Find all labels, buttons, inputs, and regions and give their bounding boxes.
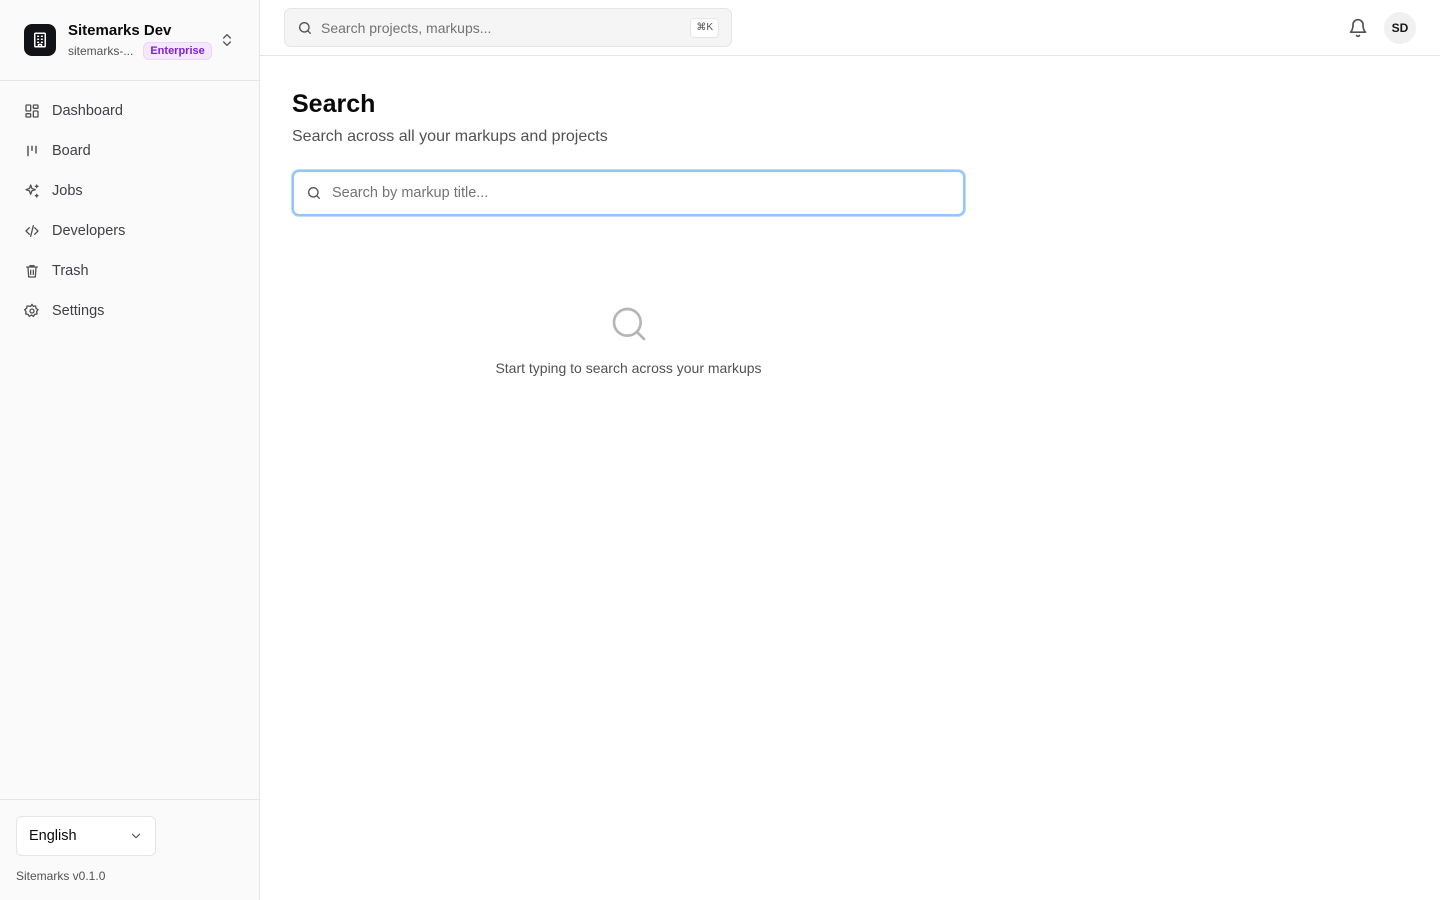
- empty-state: Start typing to search across your marku…: [292, 304, 965, 376]
- workspace-logo: [24, 24, 56, 56]
- sidebar-item-label: Settings: [52, 303, 105, 319]
- markup-search-field[interactable]: [292, 170, 965, 216]
- global-search[interactable]: ⌘K: [284, 8, 732, 47]
- topbar: ⌘K SD: [260, 0, 1440, 56]
- sidebar-item-label: Jobs: [52, 183, 83, 199]
- dashboard-icon: [25, 104, 39, 118]
- sidebar-item-jobs[interactable]: Jobs: [0, 171, 259, 211]
- empty-state-text: Start typing to search across your marku…: [495, 360, 762, 376]
- board-icon: [27, 145, 37, 157]
- gear-icon: [24, 303, 39, 317]
- chevrons-up-down-icon[interactable]: [219, 31, 235, 49]
- language-select[interactable]: English: [16, 816, 156, 856]
- chevron-down-icon: [131, 833, 141, 839]
- plan-badge: Enterprise: [143, 41, 212, 60]
- search-icon: [299, 21, 311, 34]
- sidebar-item-label: Dashboard: [52, 103, 123, 119]
- code-icon: [25, 225, 39, 237]
- language-value: English: [29, 828, 77, 844]
- workspace-slug: sitemarks-...: [68, 43, 134, 58]
- markup-search-input[interactable]: [332, 185, 951, 201]
- main-content: Search Search across all your markups an…: [292, 88, 1392, 376]
- workspace-switcher[interactable]: Sitemarks Dev sitemarks-... Enterprise: [0, 0, 259, 81]
- building-icon: [34, 32, 46, 48]
- sidebar-nav: Dashboard Board Jobs Developers Trash Se…: [0, 81, 259, 331]
- sidebar-item-developers[interactable]: Developers: [0, 211, 259, 251]
- sidebar: Sitemarks Dev sitemarks-... Enterprise D…: [0, 0, 260, 900]
- sidebar-item-label: Board: [52, 143, 91, 159]
- search-icon: [612, 307, 645, 341]
- sidebar-item-settings[interactable]: Settings: [0, 291, 259, 331]
- page-subtitle: Search across all your markups and proje…: [292, 128, 608, 145]
- sidebar-item-board[interactable]: Board: [0, 131, 259, 171]
- sidebar-item-trash[interactable]: Trash: [0, 251, 259, 291]
- avatar[interactable]: SD: [1384, 12, 1416, 44]
- app-version: Sitemarks v0.1.0: [16, 869, 106, 883]
- page-title: Search: [292, 90, 376, 118]
- sidebar-item-label: Trash: [52, 263, 89, 279]
- trash-icon: [26, 265, 38, 278]
- shortcut-hint: ⌘K: [690, 17, 719, 38]
- search-icon: [308, 187, 320, 199]
- sparkles-icon: [25, 184, 39, 198]
- sidebar-item-label: Developers: [52, 223, 126, 239]
- workspace-name: Sitemarks Dev: [68, 21, 172, 39]
- sidebar-item-dashboard[interactable]: Dashboard: [0, 91, 259, 131]
- global-search-input[interactable]: [321, 19, 691, 36]
- bell-icon[interactable]: [1348, 18, 1368, 38]
- sidebar-footer: English Sitemarks v0.1.0: [0, 799, 259, 900]
